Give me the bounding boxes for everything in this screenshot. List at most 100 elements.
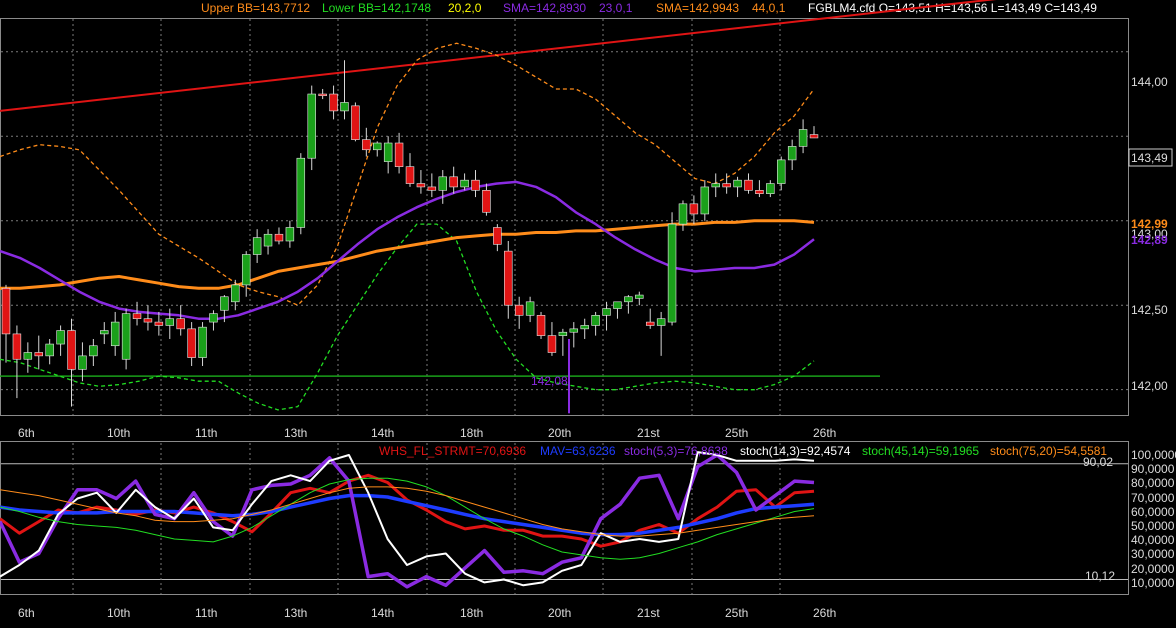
candle-body-up bbox=[252, 237, 262, 255]
candle-body-up bbox=[667, 223, 677, 323]
candle-body-down bbox=[329, 93, 338, 112]
x-tick-26th: 26th bbox=[813, 426, 836, 440]
x-tick-bottom-20th: 20th bbox=[548, 606, 571, 620]
stoch-45-14-label: stoch(45,14)=59,1965 bbox=[862, 444, 979, 458]
candle-body-up bbox=[678, 203, 688, 225]
candle[interactable] bbox=[307, 85, 316, 171]
candle-body-down bbox=[154, 321, 164, 326]
candle-body-down bbox=[809, 134, 819, 139]
x-tick-25th: 25th bbox=[725, 426, 748, 440]
price-tick-142-50: 142,50 bbox=[1131, 303, 1168, 317]
x-tick-bottom-21st: 21st bbox=[637, 606, 660, 620]
price-tick-142-00: 142,00 bbox=[1131, 379, 1168, 393]
x-tick-21st: 21st bbox=[637, 426, 660, 440]
x-tick-bottom-11th: 11th bbox=[195, 606, 217, 620]
candle-body-up bbox=[733, 179, 742, 188]
candle-body-down bbox=[547, 335, 557, 353]
mav-label: MAV=63,6236 bbox=[540, 444, 616, 458]
candle-body-down bbox=[405, 166, 415, 184]
candle-body-down bbox=[351, 105, 360, 140]
candle-body-up bbox=[569, 328, 579, 333]
candle-body-down bbox=[514, 304, 524, 316]
candle-body-down bbox=[143, 318, 153, 323]
x-tick-bottom-13th: 13th bbox=[284, 606, 307, 620]
ind-tick-20: 20,0000 bbox=[1131, 562, 1175, 576]
candle-body-up bbox=[613, 301, 622, 309]
candle-body-down bbox=[67, 330, 76, 370]
candle-body-down bbox=[1, 287, 11, 335]
bb-upper-label: Upper BB=143,7712 bbox=[201, 1, 310, 15]
whs-label: WHS_FL_STRMT=70,6936 bbox=[379, 444, 526, 458]
x-tick-bottom-18th: 18th bbox=[460, 606, 483, 620]
candle-body-up bbox=[165, 318, 175, 326]
x-tick-bottom-25th: 25th bbox=[725, 606, 748, 620]
price-tick-144-00: 144,00 bbox=[1131, 75, 1168, 89]
candle[interactable] bbox=[536, 311, 546, 339]
x-tick-13th: 13th bbox=[284, 426, 307, 440]
candle-body-up bbox=[263, 233, 273, 247]
candle-body-up bbox=[220, 296, 229, 311]
sma-orange-price-tag: 142,99 bbox=[1131, 217, 1168, 231]
candle-body-up bbox=[798, 129, 808, 147]
candle-body-down bbox=[176, 318, 185, 330]
candle-body-down bbox=[394, 142, 404, 167]
candle-body-down bbox=[645, 321, 655, 326]
candle-body-up bbox=[373, 142, 382, 151]
candle-body-down bbox=[744, 179, 753, 191]
candle-body-up bbox=[700, 186, 710, 215]
candle-body-up bbox=[209, 313, 218, 323]
candle-body-up bbox=[591, 315, 600, 326]
x-tick-18th: 18th bbox=[460, 426, 483, 440]
ind-tick-50: 50,0000 bbox=[1131, 519, 1175, 533]
sma-orange-label: SMA=142,9943 bbox=[656, 1, 739, 15]
candle-body-up bbox=[711, 183, 720, 188]
candle-body-up bbox=[777, 159, 786, 184]
stoch-5-3-label: stoch(5,3)=76,8638 bbox=[624, 444, 728, 458]
x-tick-10th: 10th bbox=[107, 426, 130, 440]
x-tick-14th: 14th bbox=[371, 426, 394, 440]
candle-body-down bbox=[689, 203, 699, 215]
x-tick-bottom-10th: 10th bbox=[107, 606, 130, 620]
ind-tick-40: 40,0000 bbox=[1131, 533, 1175, 547]
x-tick-11th: 11th bbox=[195, 426, 217, 440]
candle-body-down bbox=[12, 333, 22, 360]
candle-body-up bbox=[198, 326, 207, 358]
candle-body-up bbox=[635, 294, 644, 299]
low-marker-label: 142,08 bbox=[531, 374, 568, 388]
candle-body-up bbox=[438, 176, 447, 191]
candle-body-up bbox=[296, 157, 306, 228]
bb-lower-label: Lower BB=142,1748 bbox=[322, 1, 431, 15]
last-price-label: 143,49 bbox=[1131, 151, 1168, 165]
candle-body-up bbox=[602, 308, 611, 316]
candle[interactable] bbox=[351, 102, 360, 142]
level-low-label: 10,12 bbox=[1085, 569, 1115, 583]
ind-tick-10: 10,0000 bbox=[1131, 576, 1175, 590]
trading-chart[interactable]: Upper BB=143,7712 Lower BB=142,1748 20,2… bbox=[0, 0, 1176, 628]
candle-body-down bbox=[187, 328, 196, 358]
candle-body-up bbox=[383, 142, 393, 162]
candle-body-up bbox=[460, 179, 469, 188]
candle[interactable] bbox=[296, 153, 306, 235]
candle-body-down bbox=[493, 227, 502, 245]
candle-body-down bbox=[755, 190, 764, 194]
candle-body-down bbox=[427, 186, 437, 191]
candle-body-down bbox=[318, 93, 327, 97]
candle-body-up bbox=[110, 321, 120, 347]
candle-body-down bbox=[449, 176, 458, 188]
x-tick-6th: 6th bbox=[18, 426, 35, 440]
ind-tick-70: 70,0000 bbox=[1131, 491, 1175, 505]
candle-body-down bbox=[504, 250, 513, 306]
candle[interactable] bbox=[667, 212, 677, 326]
candle-body-up bbox=[558, 331, 568, 336]
candle-body-up bbox=[78, 355, 87, 370]
candle-body-up bbox=[307, 93, 316, 159]
x-tick-bottom-6th: 6th bbox=[18, 606, 35, 620]
candle-body-up bbox=[45, 343, 54, 357]
candle-body-down bbox=[132, 313, 142, 320]
ind-tick-60: 60,0000 bbox=[1131, 505, 1175, 519]
candle-body-up bbox=[580, 325, 589, 330]
candle-body-up bbox=[285, 227, 295, 242]
candle-body-down bbox=[34, 352, 43, 357]
ind-tick-100: 100,0000 bbox=[1131, 448, 1176, 462]
stoch-14-3-label: stoch(14,3)=92,4574 bbox=[740, 444, 851, 458]
